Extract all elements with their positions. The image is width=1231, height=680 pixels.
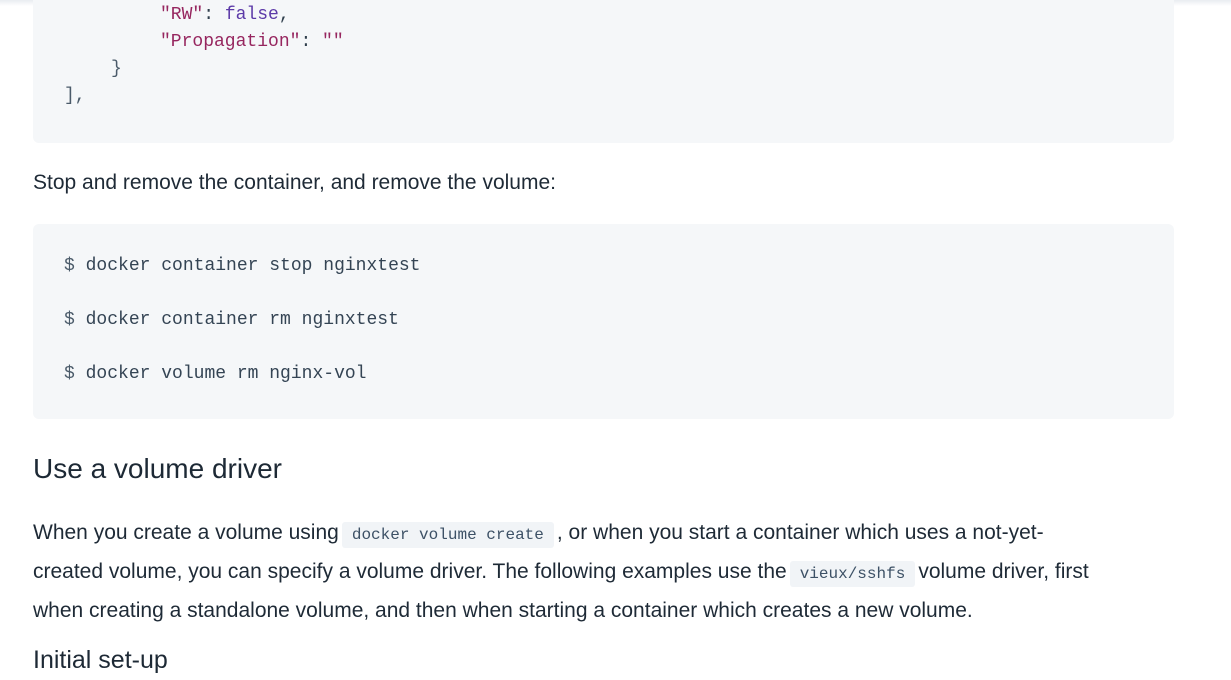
inline-code-docker-volume-create: docker volume create	[341, 522, 554, 548]
json-key-propagation: "Propagation"	[160, 32, 301, 52]
code-block-inspect-output: "RW": false, "Propagation": "" } ],	[33, 0, 1174, 143]
shell-prompt: $	[64, 364, 75, 384]
driver-paragraph-line-1: When you create a volume using docker vol…	[33, 519, 1044, 549]
code-line-close-brace: }	[111, 59, 122, 79]
json-key-rw: "RW"	[160, 5, 204, 25]
json-separator: :	[203, 5, 225, 25]
paragraph-text: , or when you start a container which us…	[556, 521, 1044, 544]
code-line-rw: "RW": false,	[160, 2, 290, 29]
code-block-stop-remove: $ docker container stop nginxtest $ dock…	[33, 224, 1174, 419]
shell-prompt: $	[64, 310, 75, 330]
shell-prompt: $	[64, 256, 75, 276]
json-value-propagation: ""	[322, 32, 344, 52]
subheading-initial-setup: Initial set-up	[33, 646, 168, 674]
paragraph-text: created volume, you can specify a volume…	[33, 560, 787, 583]
command-line: $ docker container rm nginxtest	[64, 307, 399, 334]
json-separator: :	[300, 32, 323, 52]
shell-command: docker container stop nginxtest	[85, 256, 421, 276]
command-line: $ docker volume rm nginx-vol	[64, 361, 366, 388]
json-value-rw: false	[224, 5, 279, 25]
inline-code-vieux-sshfs: vieux/sshfs	[789, 561, 916, 587]
stop-remove-paragraph: Stop and remove the container, and remov…	[33, 171, 556, 194]
json-comma: ,	[278, 5, 290, 25]
section-heading: Use a volume driver	[33, 453, 282, 484]
shell-command: docker volume rm nginx-vol	[85, 364, 367, 384]
shell-command: docker container rm nginxtest	[85, 310, 399, 330]
driver-paragraph-line-2: created volume, you can specify a volume…	[33, 558, 1089, 588]
paragraph-text: volume driver, first	[918, 560, 1089, 583]
code-line-close-bracket: ],	[64, 86, 86, 106]
paragraph-text: When you create a volume using	[33, 521, 339, 544]
code-line-propagation: "Propagation": ""	[160, 29, 344, 56]
command-line: $ docker container stop nginxtest	[64, 253, 420, 280]
driver-paragraph-line-3: when creating a standalone volume, and t…	[33, 599, 973, 622]
